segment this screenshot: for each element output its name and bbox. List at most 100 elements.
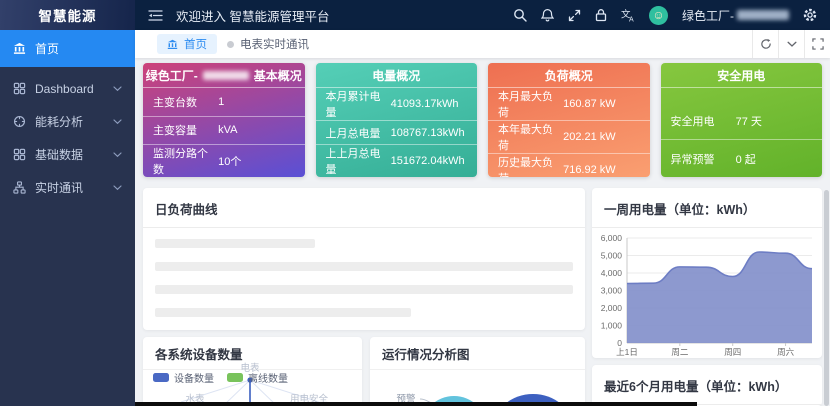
sidebar-item-base-data[interactable]: 基础数据 (0, 138, 135, 171)
app-root: 智慧能源 首页 Dashboard 能耗分析 基础数据 实时通讯 欢迎进入 智慧… (0, 0, 830, 406)
card-title: 电量概况 (315, 63, 477, 88)
card-rows: 安全用电 77 天 异常预警 0 起 (660, 88, 822, 177)
overview-cards-row: 绿色工厂- 基本概况 主变台数 1 主变容量 kVA 监测分路个数 10个 电量概况 本… (143, 63, 822, 177)
sidebar-item-label: 能耗分析 (35, 115, 84, 129)
stat-row: 上上月总电量 151672.04kWh (325, 148, 465, 176)
search-icon[interactable] (513, 8, 527, 22)
stat-row: 监测分路个数 10个 (153, 148, 242, 176)
card-safety-overview: 安全用电 安全用电 77 天 异常预警 0 起 (660, 63, 822, 177)
tab-controls (752, 30, 830, 58)
legend-swatch (227, 373, 243, 382)
skeleton-bar (155, 308, 411, 317)
legend-swatch (153, 373, 169, 382)
svg-text:上1日: 上1日 (616, 347, 638, 357)
grid-icon (13, 82, 26, 95)
stat-row: 主变台数 1 (143, 88, 305, 117)
skeleton-bar (155, 262, 573, 271)
lock-icon[interactable] (595, 8, 607, 22)
svg-text:周二: 周二 (671, 347, 689, 357)
building-icon (167, 39, 178, 50)
fullscreen-expand-icon[interactable] (568, 9, 581, 22)
redacted-username (737, 10, 789, 20)
tab-label: 首页 (184, 39, 207, 51)
sidebar-item-home[interactable]: 首页 (0, 30, 135, 67)
fullscreen-frame-icon[interactable] (804, 30, 830, 58)
sidebar-collapse-icon[interactable] (148, 9, 163, 22)
chevron-down-icon (113, 118, 122, 125)
screen-edge-artifact (135, 402, 697, 406)
card-title: 绿色工厂- 基本概况 (143, 63, 305, 88)
translate-icon[interactable]: 文A (621, 8, 635, 23)
stat-row: 安全用电 77 天 (660, 102, 822, 140)
sidebar-item-label: 实时通讯 (35, 181, 84, 195)
svg-text:1,000: 1,000 (601, 321, 623, 331)
panel-title: 最近6个月用电量（单位：kWh） (592, 365, 822, 405)
tab-meter-realtime[interactable]: 电表实时通讯 (217, 34, 319, 54)
card-basic-overview: 绿色工厂- 基本概况 主变台数 1 主变容量 kVA 监测分路个数 10个 (143, 63, 305, 177)
loading-skeleton (143, 228, 585, 317)
sidebar-item-label: 首页 (35, 42, 60, 56)
gear-icon[interactable] (803, 8, 817, 22)
panel-daily-load-curve: 日负荷曲线 (143, 188, 585, 330)
refresh-icon[interactable] (752, 30, 778, 58)
svg-text:4,000: 4,000 (601, 268, 623, 278)
svg-text:6,000: 6,000 (601, 233, 623, 243)
tab-dot-icon (227, 40, 234, 48)
svg-text:A: A (629, 17, 634, 23)
chart-legend: 设备数量 离线数量 (153, 370, 288, 385)
stat-row: 上月总电量 108767.13kWh (315, 121, 477, 145)
header-actions: 文A ☺ 绿色工厂- (513, 5, 817, 25)
header-title: 欢迎进入 智慧能源管理平台 (176, 9, 330, 24)
panel-title: 日负荷曲线 (143, 188, 585, 228)
network-icon (13, 181, 26, 194)
panel-week-usage: 一周用电量（单位：kWh） 0 1,000 2,000 3,000 4,000 5,000… (592, 188, 822, 358)
avatar[interactable]: ☺ (649, 5, 668, 25)
username-prefix: 绿色工厂- (682, 8, 734, 23)
legend-item: 设备数量 (153, 370, 214, 385)
grid-icon (13, 148, 26, 161)
svg-text:2,000: 2,000 (601, 303, 623, 313)
building-icon (13, 42, 26, 55)
chevron-down-icon (113, 85, 122, 92)
sidebar-item-realtime-comm[interactable]: 实时通讯 (0, 171, 135, 204)
page-scrollbar[interactable] (824, 190, 829, 406)
chevron-down-icon (113, 151, 122, 158)
card-load-overview: 负荷概况 本月最大负荷 160.87 kW 本年最大负荷 202.21 kW 历史最… (488, 63, 650, 177)
tab-bar: 首页 电表实时通讯 (135, 30, 830, 58)
svg-text:周四: 周四 (724, 347, 741, 357)
stat-row: 本月最大负荷 160.87 kW (488, 88, 650, 121)
panel-run-analysis: 运行情况分析图 预警 (370, 337, 585, 406)
sidebar-menu: 首页 Dashboard 能耗分析 基础数据 实时通讯 (0, 30, 135, 204)
panel-title: 一周用电量（单位：kWh） (592, 188, 822, 228)
chevron-down-icon (113, 184, 122, 191)
skeleton-bar (155, 285, 573, 294)
card-title: 安全用电 (660, 63, 822, 88)
pie-chart-partial: 预警 (396, 393, 564, 406)
sidebar-item-label: 基础数据 (35, 148, 84, 162)
skeleton-bar (155, 239, 315, 248)
sidebar-item-label: Dashboard (35, 81, 94, 96)
chevron-down-icon[interactable] (778, 30, 804, 58)
tab-home[interactable]: 首页 (157, 34, 217, 54)
svg-text:3,000: 3,000 (601, 286, 623, 296)
card-rows: 本月累计电量 41093.17kWh 上月总电量 108767.13kWh 上上月总… (315, 88, 477, 177)
sidebar-item-energy-analysis[interactable]: 能耗分析 (0, 105, 135, 138)
card-rows: 本月最大负荷160.87 kW 本年最大负荷202.21 kW 历史最大负荷71… (488, 88, 650, 177)
username[interactable]: 绿色工厂- (682, 7, 789, 24)
stat-row: 异常预警 0 起 (670, 153, 756, 166)
card-rows: 主变台数 1 主变容量 kVA 监测分路个数 10个 (143, 88, 305, 177)
bell-icon[interactable] (541, 8, 554, 22)
redacted-factory-name (202, 70, 249, 80)
panel-device-count: 各系统设备数量 设备数量 离线数量 电表 水表 用电安全 (143, 337, 362, 406)
sidebar-item-dashboard[interactable]: Dashboard (0, 72, 135, 105)
card-energy-overview: 电量概况 本月累计电量 41093.17kWh 上月总电量 108767.13kWh… (315, 63, 477, 177)
week-usage-area-chart: 01,0002,0003,0004,0005,0006,000上1日 周二 周四 周六 (601, 233, 813, 357)
panel-six-month-usage: 最近6个月用电量（单位：kWh） (592, 365, 822, 406)
gauge-icon (13, 115, 26, 128)
svg-text:周六: 周六 (777, 347, 795, 357)
stat-row: 本月累计电量 41093.17kWh (315, 88, 477, 121)
top-header: 欢迎进入 智慧能源管理平台 文A ☺ 绿色工厂- (135, 0, 830, 30)
stat-row: 主变容量 kVA (143, 117, 305, 145)
tab-label: 电表实时通讯 (240, 39, 309, 51)
stat-row: 历史最大负荷716.92 kW (498, 157, 616, 177)
